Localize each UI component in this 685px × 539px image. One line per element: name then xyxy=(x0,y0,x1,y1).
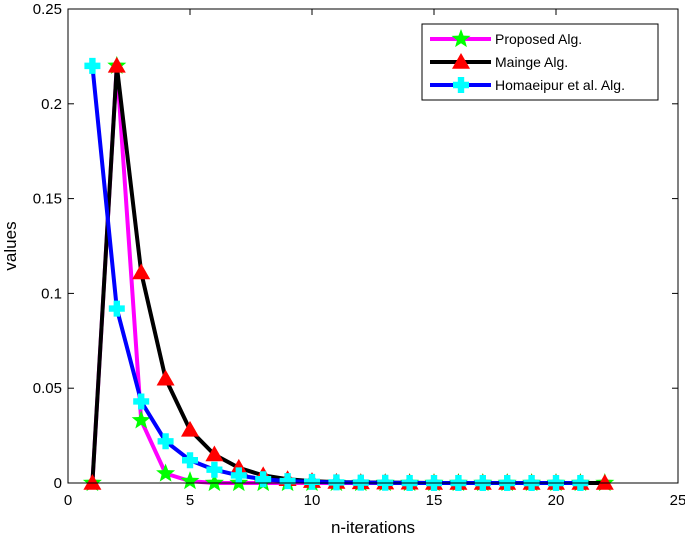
plus-marker xyxy=(206,461,223,478)
y-tick-label: 0 xyxy=(54,475,62,492)
x-tick-label: 0 xyxy=(64,492,72,509)
y-axis-label: values xyxy=(1,221,20,270)
plus-marker xyxy=(84,57,101,74)
legend: Proposed Alg. Mainge Alg. Homaeipur et al.… xyxy=(421,23,659,101)
triangle-marker xyxy=(132,263,151,280)
x-tick-label: 25 xyxy=(670,492,685,509)
y-tick-label: 0.2 xyxy=(41,96,62,113)
star-marker xyxy=(156,463,176,482)
legend-label: Mainge Alg. xyxy=(495,54,568,70)
x-tick-label: 20 xyxy=(548,492,565,509)
triangle-marker xyxy=(181,420,199,437)
x-tick-label: 15 xyxy=(426,492,443,509)
plus-marker xyxy=(108,300,125,317)
y-tick-label: 0.05 xyxy=(33,380,62,397)
series-proposed-alg xyxy=(82,55,615,492)
line-chart: 0 5 10 15 20 25 0 0.05 0.1 0.15 0.2 0.25 n-iteratio… xyxy=(1,1,685,537)
legend-label: Proposed Alg. xyxy=(495,31,582,47)
x-axis-label: n-iterations xyxy=(331,518,415,537)
series-line xyxy=(90,63,605,485)
legend-label: Homaeipur et al. Alg. xyxy=(495,77,625,93)
x-tick-label: 10 xyxy=(304,492,321,509)
triangle-marker xyxy=(156,369,175,386)
series-mainge-alg xyxy=(83,56,614,490)
star-marker xyxy=(180,471,200,490)
chart: 0 5 10 15 20 25 0 0.05 0.1 0.15 0.2 0.25 n-iteratio… xyxy=(0,0,685,539)
y-tick-label: 0.15 xyxy=(33,191,62,208)
y-tick-label: 0.25 xyxy=(33,1,62,18)
series-homaeipur-et-al-alg xyxy=(84,57,589,491)
series-line xyxy=(90,63,605,485)
series-line xyxy=(90,65,581,485)
y-tick-label: 0.1 xyxy=(41,285,62,302)
x-tick-label: 5 xyxy=(186,492,194,509)
plus-marker xyxy=(279,473,296,490)
